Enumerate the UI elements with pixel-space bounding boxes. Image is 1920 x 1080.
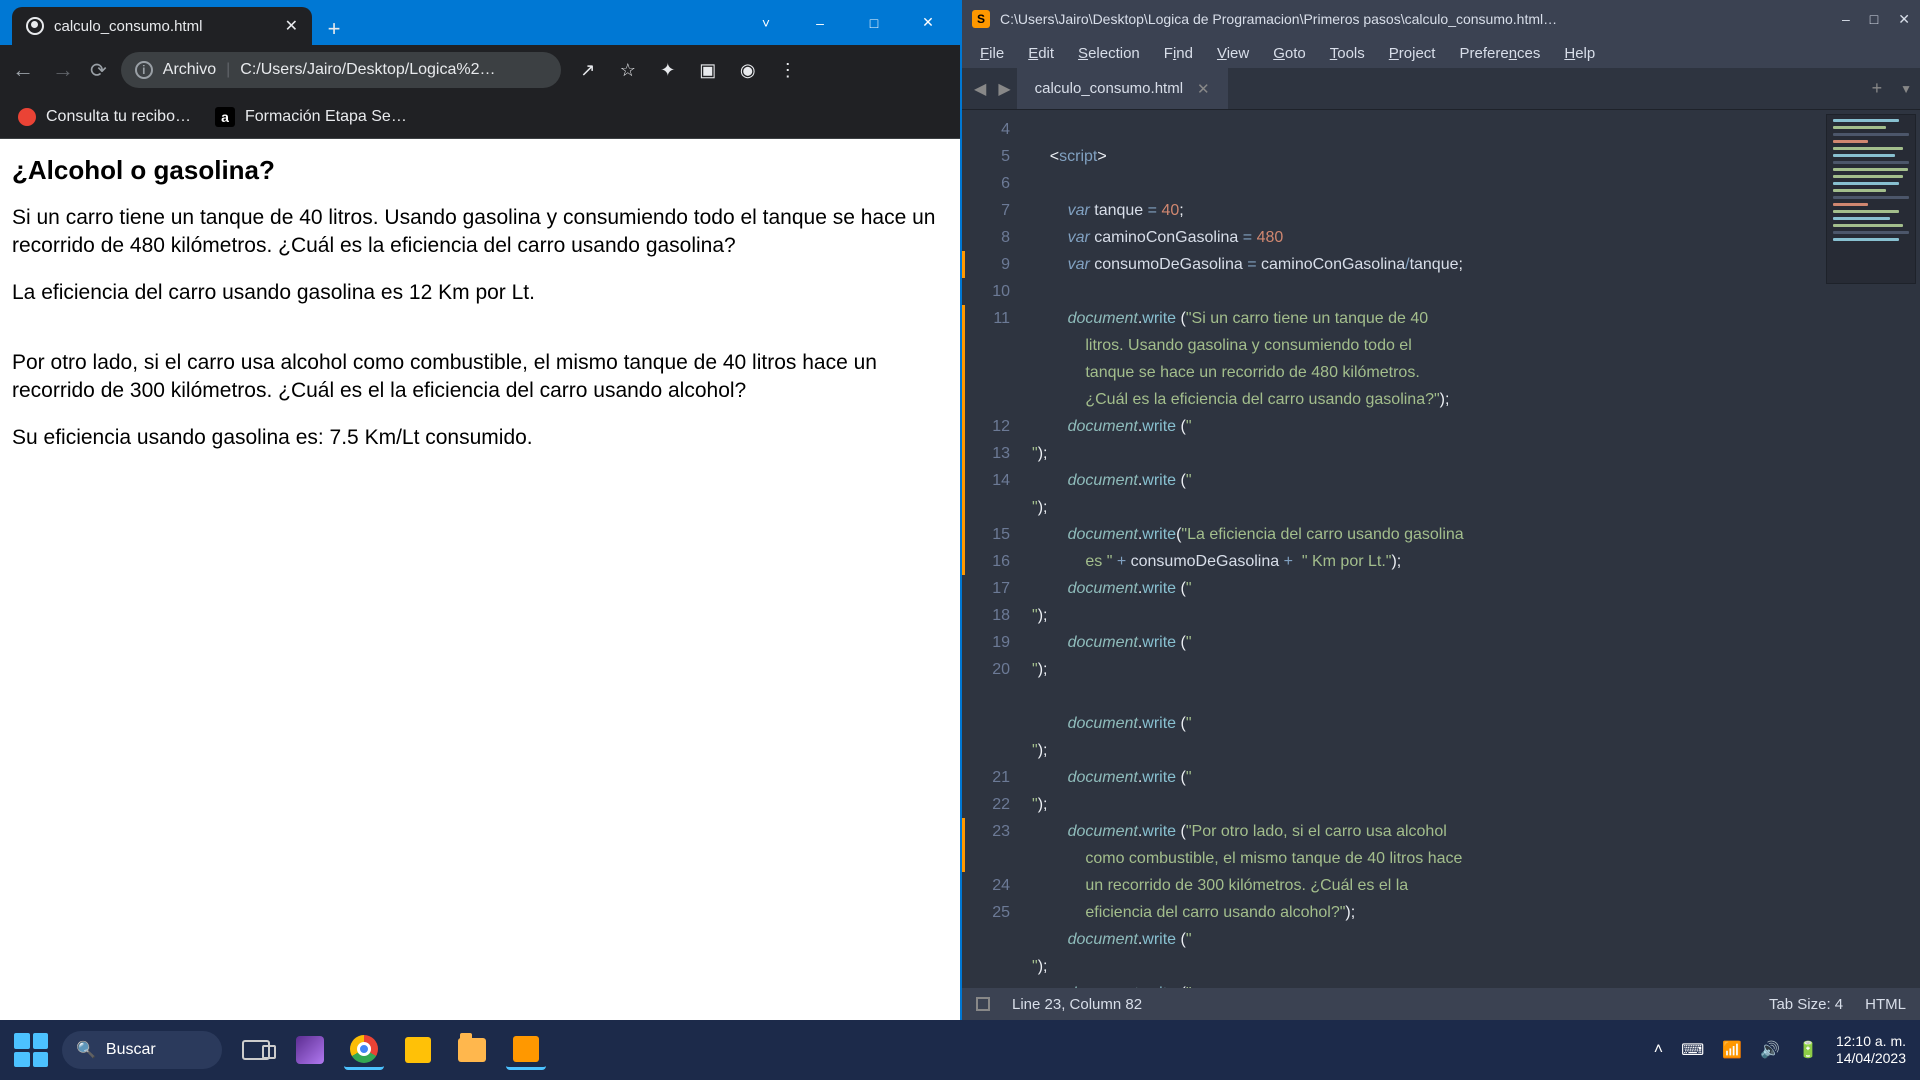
taskbar-app-notes[interactable]: [398, 1030, 438, 1070]
menu-help[interactable]: Help: [1554, 42, 1605, 65]
forward-button[interactable]: →: [50, 57, 76, 83]
editor-menubar: File Edit Selection Find View Goto Tools…: [962, 38, 1920, 68]
menu-preferences[interactable]: Preferences: [1449, 42, 1550, 65]
side-panel-icon[interactable]: ▣: [695, 60, 721, 81]
menu-project[interactable]: Project: [1379, 42, 1446, 65]
globe-icon: [26, 17, 44, 35]
tray-battery-icon[interactable]: 🔋: [1798, 1040, 1818, 1060]
start-button[interactable]: [14, 1033, 48, 1067]
browser-toolbar: ← → ⟳ i Archivo | C:/Users/Jairo/Desktop…: [0, 45, 960, 95]
line-gutter: 4567891011 121314 151617181920 212223 24…: [962, 110, 1022, 988]
browser-window: calculo_consumo.html ✕ + ˅ – □ ✕ ← → ⟳ i…: [0, 0, 960, 1020]
tray-keyboard-icon[interactable]: ⌨: [1681, 1040, 1704, 1060]
taskbar-app-vs[interactable]: [290, 1030, 330, 1070]
file-tab-close-icon[interactable]: ✕: [1197, 80, 1210, 98]
clock-time: 12:10 a. m.: [1836, 1033, 1906, 1050]
editor-statusbar: Line 23, Column 82 Tab Size: 4 HTML: [962, 988, 1920, 1020]
tab-title: calculo_consumo.html: [54, 18, 202, 35]
menu-goto[interactable]: Goto: [1263, 42, 1316, 65]
status-box-icon[interactable]: [976, 997, 990, 1011]
minimize-button[interactable]: –: [1842, 11, 1850, 28]
minimize-button[interactable]: –: [796, 7, 844, 39]
new-file-tab-icon[interactable]: +: [1862, 78, 1893, 99]
bookmarks-bar: Consulta tu recibo… a Formación Etapa Se…: [0, 95, 960, 139]
page-paragraph: Por otro lado, si el carro usa alcohol c…: [12, 349, 948, 406]
page-paragraph: Si un carro tiene un tanque de 40 litros…: [12, 204, 948, 261]
tray-overflow-icon[interactable]: ˄: [1654, 1041, 1663, 1059]
file-tab-label: calculo_consumo.html: [1035, 80, 1183, 97]
tab-dropdown-icon[interactable]: ▼: [1892, 82, 1920, 96]
maximize-button[interactable]: □: [850, 7, 898, 39]
menu-selection[interactable]: Selection: [1068, 42, 1150, 65]
taskbar-app-sublime[interactable]: [506, 1030, 546, 1070]
editor-title-path: C:\Users\Jairo\Desktop\Logica de Program…: [1000, 11, 1832, 27]
page-paragraph: La eficiencia del carro usando gasolina …: [12, 279, 948, 307]
taskbar-search[interactable]: 🔍 Buscar: [62, 1031, 222, 1069]
bookmark-favicon-red-icon: [18, 108, 36, 126]
tab-close-icon[interactable]: ✕: [285, 16, 298, 36]
new-tab-button[interactable]: +: [318, 13, 350, 45]
tray-wifi-icon[interactable]: 📶: [1722, 1040, 1742, 1060]
menu-view[interactable]: View: [1207, 42, 1259, 65]
bookmark-label: Consulta tu recibo…: [46, 108, 191, 126]
close-button[interactable]: ✕: [1898, 11, 1910, 28]
system-tray: ˄ ⌨ 📶 🔊 🔋 12:10 a. m. 14/04/2023: [1654, 1033, 1906, 1067]
task-view-button[interactable]: [236, 1030, 276, 1070]
search-placeholder: Buscar: [106, 1041, 156, 1059]
tab-search-icon[interactable]: ˅: [742, 7, 790, 39]
taskbar-app-explorer[interactable]: [452, 1030, 492, 1070]
editor-window: S C:\Users\Jairo\Desktop\Logica de Progr…: [962, 0, 1920, 1020]
page-heading: ¿Alcohol o gasolina?: [12, 153, 948, 188]
browser-titlebar: calculo_consumo.html ✕ + ˅ – □ ✕: [0, 0, 960, 45]
taskbar-clock[interactable]: 12:10 a. m. 14/04/2023: [1836, 1033, 1906, 1067]
back-button[interactable]: ←: [10, 57, 36, 83]
maximize-button[interactable]: □: [1870, 11, 1878, 28]
menu-find[interactable]: Find: [1154, 42, 1203, 65]
status-tabsize[interactable]: Tab Size: 4: [1769, 996, 1843, 1013]
code-area[interactable]: 4567891011 121314 151617181920 212223 24…: [962, 110, 1920, 988]
menu-edit[interactable]: Edit: [1018, 42, 1064, 65]
clock-date: 14/04/2023: [1836, 1050, 1906, 1067]
site-info-icon[interactable]: i: [135, 61, 153, 79]
url-text: C:/Users/Jairo/Desktop/Logica%2…: [240, 61, 495, 79]
address-bar[interactable]: i Archivo | C:/Users/Jairo/Desktop/Logic…: [121, 52, 561, 88]
tab-nav-prev-icon[interactable]: ◀: [968, 79, 992, 99]
bookmark-item[interactable]: a Formación Etapa Se…: [215, 107, 407, 127]
minimap[interactable]: [1826, 114, 1916, 284]
reload-button[interactable]: ⟳: [90, 58, 107, 83]
share-icon[interactable]: ↗: [575, 60, 601, 81]
tab-strip: calculo_consumo.html ✕ +: [0, 7, 350, 45]
bookmark-favicon-a-icon: a: [215, 107, 235, 127]
status-language[interactable]: HTML: [1865, 996, 1906, 1013]
extensions-icon[interactable]: ✦: [655, 60, 681, 81]
status-position: Line 23, Column 82: [1012, 996, 1142, 1013]
page-paragraph: Su eficiencia usando gasolina es: 7.5 Km…: [12, 424, 948, 452]
code-text[interactable]: <script> var tanque = 40; var caminoConG…: [1022, 110, 1920, 988]
bookmark-label: Formación Etapa Se…: [245, 108, 407, 126]
file-tab[interactable]: calculo_consumo.html ✕: [1017, 68, 1228, 109]
taskbar-app-chrome[interactable]: [344, 1030, 384, 1070]
url-scheme-label: Archivo: [163, 61, 216, 79]
url-separator: |: [226, 61, 230, 79]
bookmark-star-icon[interactable]: ☆: [615, 60, 641, 81]
page-content: ¿Alcohol o gasolina? Si un carro tiene u…: [0, 139, 960, 1020]
sublime-icon: S: [972, 10, 990, 28]
tab-nav-next-icon[interactable]: ▶: [992, 79, 1016, 99]
taskbar: 🔍 Buscar ˄ ⌨ 📶 🔊 🔋 12:10 a. m. 14/04/202…: [0, 1020, 1920, 1080]
menu-tools[interactable]: Tools: [1320, 42, 1375, 65]
menu-icon[interactable]: ⋮: [775, 60, 801, 81]
tray-volume-icon[interactable]: 🔊: [1760, 1040, 1780, 1060]
window-controls: ˅ – □ ✕: [742, 0, 952, 45]
menu-file[interactable]: File: [970, 42, 1014, 65]
bookmark-item[interactable]: Consulta tu recibo…: [18, 108, 191, 126]
close-button[interactable]: ✕: [904, 7, 952, 39]
browser-tab[interactable]: calculo_consumo.html ✕: [12, 7, 312, 45]
search-icon: 🔍: [76, 1040, 96, 1060]
editor-tabrow: ◀ ▶ calculo_consumo.html ✕ + ▼: [962, 68, 1920, 110]
profile-icon[interactable]: ◉: [735, 60, 761, 81]
editor-titlebar: S C:\Users\Jairo\Desktop\Logica de Progr…: [962, 0, 1920, 38]
